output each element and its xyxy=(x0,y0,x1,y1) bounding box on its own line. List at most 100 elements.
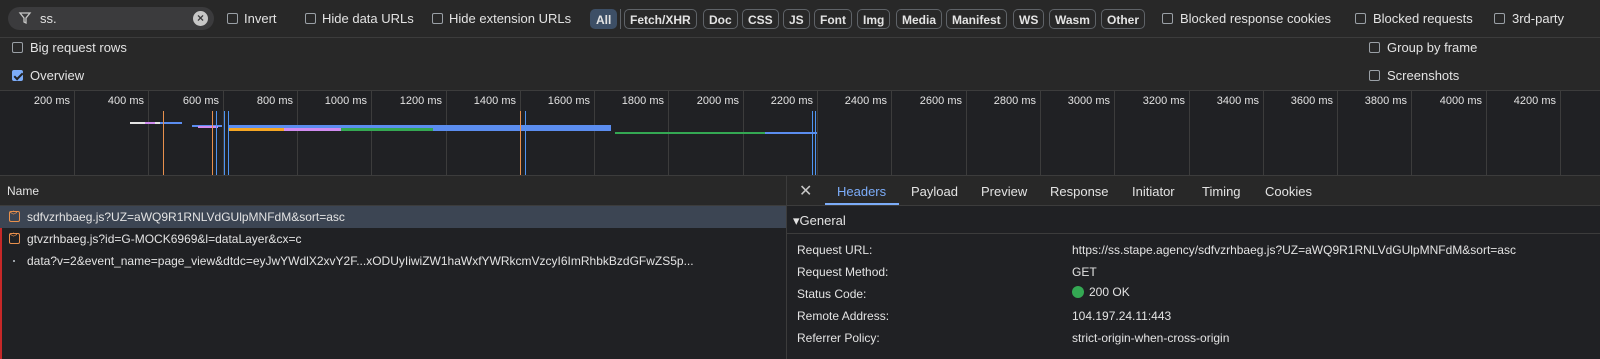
request-row[interactable]: sdfvzrhbaeg.js?UZ=aWQ9R1RNLVdGUlpMNFdM&s… xyxy=(0,206,786,228)
waterfall-bar xyxy=(229,128,284,131)
timeline-tick-label: 1800 ms xyxy=(621,95,664,107)
tab-response[interactable]: Response xyxy=(1050,184,1109,199)
script-icon xyxy=(9,232,20,244)
status-code-key: Status Code: xyxy=(797,287,867,301)
clear-search-icon[interactable]: × xyxy=(193,11,208,26)
timeline-gridline xyxy=(966,91,967,177)
overview-label: Overview xyxy=(30,68,85,83)
request-method-value: GET xyxy=(1072,265,1097,279)
filter-wasm[interactable]: Wasm xyxy=(1049,9,1096,29)
filter-ws[interactable]: WS xyxy=(1013,9,1045,29)
active-tab-indicator xyxy=(825,203,899,205)
filter-search-box[interactable]: ss. × xyxy=(8,7,214,30)
blocked-response-cookies-label: Blocked response cookies xyxy=(1180,11,1332,26)
request-url-key: Request URL: xyxy=(797,243,873,257)
tab-cookies[interactable]: Cookies xyxy=(1265,184,1312,199)
hide-extension-urls-label: Hide extension URLs xyxy=(449,11,572,26)
tab-payload[interactable]: Payload xyxy=(911,184,958,199)
timeline-tick-label: 800 ms xyxy=(256,95,293,107)
general-section-title: ▾General xyxy=(793,213,846,228)
filter-separator xyxy=(620,9,621,29)
status-code-value: 200 OK xyxy=(1072,285,1130,299)
dot-icon xyxy=(13,260,15,262)
timeline-tick-label: 3200 ms xyxy=(1142,95,1185,107)
filter-fetch-xhr[interactable]: Fetch/XHR xyxy=(624,9,697,29)
timeline-gridline xyxy=(1114,91,1115,177)
timeline-tick-label: 1200 ms xyxy=(399,95,442,107)
hide-data-urls-label: Hide data URLs xyxy=(322,11,414,26)
close-icon[interactable]: ✕ xyxy=(799,181,812,201)
request-method-key: Request Method: xyxy=(797,265,889,279)
timeline-gridline xyxy=(891,91,892,177)
timeline-tick-label: 2200 ms xyxy=(770,95,813,107)
timeline-gridline xyxy=(1189,91,1190,177)
referrer-policy-value: strict-origin-when-cross-origin xyxy=(1072,331,1230,345)
timeline-tick-label: 2400 ms xyxy=(844,95,887,107)
timeline-event-marker xyxy=(525,111,526,175)
timeline-event-marker xyxy=(216,111,217,175)
timeline-tick-label: 1600 ms xyxy=(547,95,590,107)
tab-initiator[interactable]: Initiator xyxy=(1132,184,1175,199)
timeline-tick-label: 4000 ms xyxy=(1439,95,1482,107)
timeline-tick-label: 1400 ms xyxy=(473,95,516,107)
timeline-gridline xyxy=(446,91,447,177)
remote-address-key: Remote Address: xyxy=(797,309,890,323)
timeline-event-marker xyxy=(815,111,816,175)
filter-media[interactable]: Media xyxy=(896,9,943,29)
timeline-tick-label: 400 ms xyxy=(107,95,144,107)
screenshots-checkbox[interactable] xyxy=(1369,70,1380,81)
timeline-tick-label: 3400 ms xyxy=(1216,95,1259,107)
request-url-value: https://ss.stape.agency/sdfvzrhbaeg.js?U… xyxy=(1072,243,1516,257)
overview-timeline[interactable]: 200 ms 400 ms 600 ms 800 ms 1000 ms 1200 ms 14… xyxy=(0,90,1600,177)
timeline-gridline xyxy=(668,91,669,177)
hide-extension-urls-checkbox[interactable] xyxy=(432,13,443,24)
details-tabs: ✕ Headers Payload Preview Response Initi… xyxy=(787,176,1600,206)
timeline-gridline xyxy=(1486,91,1487,177)
timeline-tick-label: 1000 ms xyxy=(324,95,367,107)
filter-font[interactable]: Font xyxy=(814,9,852,29)
blocked-response-cookies-checkbox[interactable] xyxy=(1162,13,1173,24)
tab-preview[interactable]: Preview xyxy=(981,184,1027,199)
timeline-tick-label: 3800 ms xyxy=(1364,95,1407,107)
timeline-gridline xyxy=(1560,91,1561,177)
big-request-rows-checkbox[interactable] xyxy=(12,42,23,53)
name-column-header[interactable]: Name xyxy=(0,176,786,206)
group-by-frame-checkbox[interactable] xyxy=(1369,42,1380,53)
referrer-policy-key: Referrer Policy: xyxy=(797,331,880,345)
timeline-event-marker xyxy=(520,111,521,175)
invert-label: Invert xyxy=(244,11,277,26)
waterfall-bar xyxy=(341,128,433,131)
waterfall-bar xyxy=(145,122,155,124)
third-party-label: 3rd-party xyxy=(1512,11,1565,26)
third-party-checkbox[interactable] xyxy=(1494,13,1505,24)
timeline-gridline xyxy=(1337,91,1338,177)
filter-other[interactable]: Other xyxy=(1101,9,1146,29)
invert-checkbox[interactable] xyxy=(227,13,238,24)
filter-manifest[interactable]: Manifest xyxy=(946,9,1007,29)
filter-css[interactable]: CSS xyxy=(742,9,779,29)
filter-doc[interactable]: Doc xyxy=(703,9,738,29)
options-bar: Big request rows Overview Group by frame… xyxy=(0,38,1600,90)
waterfall-bar xyxy=(284,128,341,131)
general-section-header[interactable]: ▾General xyxy=(787,206,1600,234)
filter-search-input[interactable]: ss. xyxy=(40,11,57,26)
blocked-requests-checkbox[interactable] xyxy=(1355,13,1366,24)
timeline-event-marker xyxy=(228,111,229,175)
overview-checkbox[interactable] xyxy=(12,70,23,81)
timeline-gridline xyxy=(1263,91,1264,177)
filter-all[interactable]: All xyxy=(590,9,618,29)
timeline-event-marker xyxy=(812,111,813,175)
timeline-tick-label: 2000 ms xyxy=(696,95,739,107)
request-row[interactable]: gtvzrhbaeg.js?id=G-MOCK6969&l=dataLayer&… xyxy=(0,228,786,250)
hide-data-urls-checkbox[interactable] xyxy=(305,13,316,24)
waterfall-bar xyxy=(198,126,218,128)
request-row[interactable]: data?v=2&event_name=page_view&dtdc=eyJwY… xyxy=(0,250,786,272)
timeline-event-marker xyxy=(224,111,225,175)
filter-img[interactable]: Img xyxy=(857,9,891,29)
timeline-tick-label: 2800 ms xyxy=(993,95,1036,107)
script-icon xyxy=(9,210,20,222)
timeline-gridline xyxy=(594,91,595,177)
tab-timing[interactable]: Timing xyxy=(1202,184,1241,199)
tab-headers[interactable]: Headers xyxy=(837,184,886,199)
filter-js[interactable]: JS xyxy=(783,9,810,29)
